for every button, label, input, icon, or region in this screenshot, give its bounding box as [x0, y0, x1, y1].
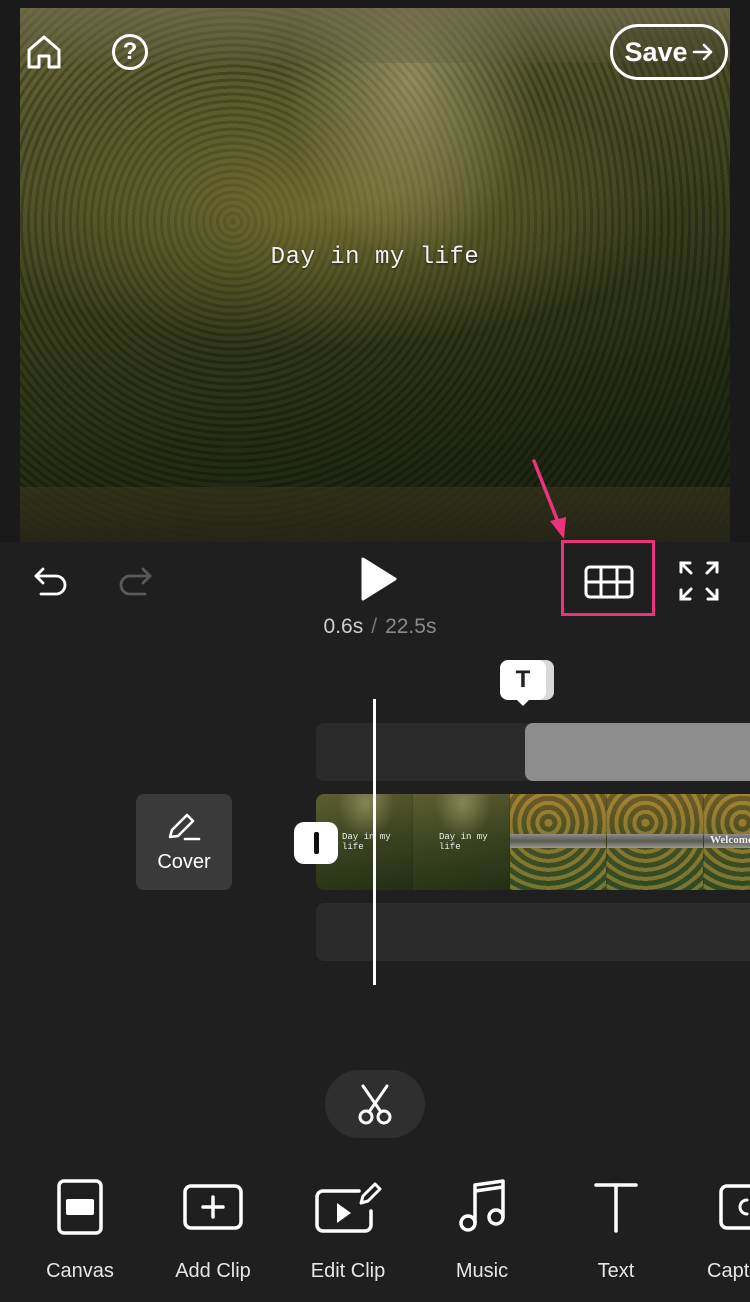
save-label: Save — [624, 36, 688, 67]
thumbnail-text: Welcome — [710, 834, 750, 846]
current-time: 0.6s — [323, 615, 364, 638]
thumbnail-text: Day in my life — [439, 832, 488, 852]
undo-button[interactable] — [28, 556, 74, 602]
captions-icon — [685, 1172, 750, 1242]
tool-edit-clip[interactable]: Edit Clip — [283, 1172, 413, 1292]
play-icon — [361, 557, 397, 601]
video-preview[interactable]: Day in my life ? Save — [0, 0, 750, 542]
video-bottom-blur — [20, 487, 730, 542]
clip-thumbnail: Welcome — [704, 794, 750, 890]
text-marker-label: T — [500, 660, 546, 700]
cover-label: Cover — [157, 850, 211, 873]
text-icon — [581, 1172, 651, 1242]
handle-grip — [313, 832, 319, 854]
tool-label: Text — [597, 1260, 635, 1282]
help-button[interactable]: ? — [108, 30, 152, 74]
clip-trim-handle[interactable] — [294, 822, 338, 864]
clip-thumbnail — [510, 794, 607, 890]
tool-music[interactable]: Music — [417, 1172, 547, 1292]
tool-add-clip[interactable]: Add Clip — [148, 1172, 278, 1292]
time-display: 0.6s / 22.5s — [0, 615, 750, 639]
video-frame — [20, 8, 730, 542]
text-clip[interactable] — [525, 723, 750, 781]
total-time: 22.5s — [385, 615, 437, 638]
video-track[interactable]: Day in my life Day in my life Welcome — [316, 794, 750, 890]
tool-captions[interactable]: Capt — [685, 1172, 750, 1292]
edit-clip-icon — [313, 1172, 383, 1242]
canvas-icon — [45, 1172, 115, 1242]
help-icon: ? — [112, 34, 148, 70]
pencil-icon — [168, 813, 201, 840]
tool-label: Add Clip — [175, 1260, 251, 1282]
thumbnail-text: Day in my life — [342, 832, 391, 852]
tool-label: Canvas — [46, 1260, 114, 1282]
home-icon — [27, 35, 61, 69]
split-button[interactable] — [325, 1070, 425, 1138]
tool-text[interactable]: Text — [551, 1172, 681, 1292]
tool-label: Music — [455, 1260, 509, 1282]
road-stripe — [510, 834, 606, 848]
time-separator: / — [371, 615, 378, 638]
cover-button[interactable]: Cover — [136, 794, 232, 890]
annotation-arrow-icon — [532, 459, 566, 539]
music-icon — [447, 1172, 517, 1242]
play-button[interactable] — [350, 552, 404, 606]
tool-label: Capt — [707, 1260, 750, 1282]
add-clip-icon — [178, 1172, 248, 1242]
expand-icon — [679, 561, 719, 601]
undo-icon — [34, 567, 67, 596]
clip-thumbnail — [607, 794, 704, 890]
bottom-toolbar: Canvas Add Clip Edit Clip Music Text Cap… — [0, 1172, 750, 1302]
grid-highlight-box — [561, 540, 655, 616]
playhead[interactable] — [373, 699, 376, 985]
road-stripe — [607, 834, 703, 848]
text-marker[interactable]: T — [500, 660, 554, 708]
arrow-right-icon — [692, 43, 712, 61]
clip-thumbnail: Day in my life — [413, 794, 510, 890]
tool-label: Edit Clip — [310, 1260, 386, 1282]
save-button[interactable]: Save — [610, 24, 728, 80]
overlay-title-text[interactable]: Day in my life — [0, 244, 750, 271]
redo-icon — [119, 567, 152, 596]
home-button[interactable] — [22, 30, 66, 74]
scissors-icon — [358, 1084, 392, 1125]
tool-canvas[interactable]: Canvas — [15, 1172, 145, 1292]
audio-track[interactable] — [316, 903, 750, 961]
fullscreen-button[interactable] — [672, 554, 726, 608]
redo-button[interactable] — [112, 556, 158, 602]
